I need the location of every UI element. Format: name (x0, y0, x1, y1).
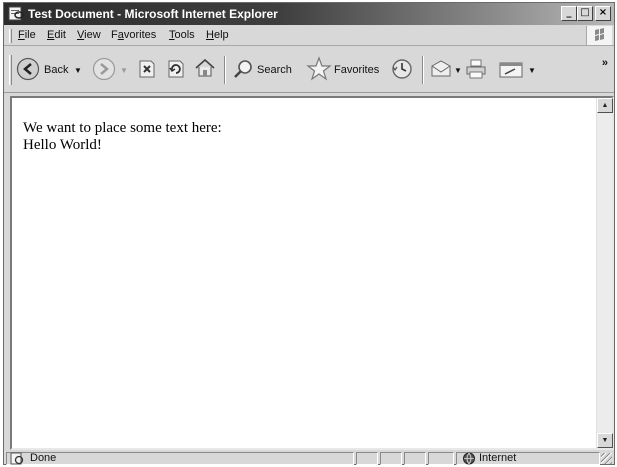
favorites-star-icon[interactable] (306, 56, 332, 82)
menu-help[interactable]: Help (206, 29, 229, 41)
toolbar-overflow-chevron[interactable]: » (602, 57, 608, 69)
mail-icon[interactable] (429, 58, 453, 80)
status-pane (428, 452, 454, 465)
back-arrow-icon[interactable] (16, 57, 40, 81)
back-dropdown-arrow[interactable]: ▼ (74, 66, 82, 75)
page-text-line-1: We want to place some text here: (23, 120, 222, 136)
close-button[interactable]: × (595, 6, 611, 21)
menu-edit[interactable]: Edit (47, 29, 66, 41)
menu-help-rest: elp (213, 29, 229, 41)
zone-pane (456, 452, 600, 465)
forward-arrow-icon[interactable] (92, 57, 116, 81)
menu-favorites-pre: F (111, 29, 118, 41)
status-pane (404, 452, 426, 465)
maximize-button[interactable]: □ (577, 6, 593, 21)
standard-toolbar: Back ▼ ▼ Search Favorites ▼ ▼ » (4, 47, 614, 93)
menu-view-rest: iew (84, 29, 101, 41)
back-button-label[interactable]: Back (44, 64, 68, 76)
menu-favorites[interactable]: Favorites (111, 29, 156, 41)
menu-bar: File Edit View Favorites Tools Help (4, 26, 614, 46)
print-icon[interactable] (464, 57, 488, 81)
edit-dropdown-arrow[interactable]: ▼ (528, 66, 536, 75)
windows-logo-throbber (586, 26, 612, 45)
status-bar: Done Internet (4, 451, 614, 465)
browser-window: Test Document - Microsoft Internet Explo… (3, 2, 615, 465)
refresh-icon[interactable] (166, 59, 186, 79)
resize-grip[interactable] (601, 453, 612, 464)
menu-tools[interactable]: Tools (169, 29, 195, 41)
page-done-icon (10, 452, 24, 465)
menu-file-rest: ile (24, 29, 36, 41)
history-icon[interactable] (390, 57, 414, 81)
menu-favorites-rest: vorites (123, 29, 157, 41)
menu-edit-rest: dit (54, 29, 66, 41)
ie-page-icon (8, 6, 24, 21)
menu-file[interactable]: File (18, 29, 36, 41)
windows-flag-icon (595, 28, 604, 41)
menu-tools-rest: ools (174, 29, 195, 41)
home-icon[interactable] (194, 57, 216, 79)
scroll-down-button[interactable]: ▼ (597, 433, 613, 448)
vertical-scrollbar[interactable]: ▲ ▼ (596, 98, 613, 448)
title-bar[interactable]: Test Document - Microsoft Internet Explo… (4, 3, 614, 25)
status-pane (356, 452, 378, 465)
minimize-button[interactable]: _ (561, 6, 577, 21)
menu-help-accel: H (206, 29, 214, 41)
status-pane (380, 452, 402, 465)
status-main-pane (6, 452, 354, 465)
forward-dropdown-arrow[interactable]: ▼ (120, 66, 128, 75)
status-text: Done (30, 452, 57, 464)
internet-globe-icon (463, 452, 475, 465)
page-content: We want to place some text here: Hello W… (10, 96, 614, 450)
edit-icon[interactable] (498, 58, 524, 80)
zone-label: Internet (479, 452, 517, 464)
toolbar-separator (224, 56, 226, 84)
scroll-up-button[interactable]: ▲ (597, 98, 613, 113)
search-icon[interactable] (232, 58, 254, 80)
page-text-line-2: Hello World! (23, 137, 102, 153)
search-button-label[interactable]: Search (257, 64, 292, 76)
stop-icon[interactable] (137, 59, 157, 79)
toolbar-separator (422, 56, 424, 84)
menu-view[interactable]: View (77, 29, 101, 41)
mail-dropdown-arrow[interactable]: ▼ (454, 66, 462, 75)
menu-grip[interactable] (9, 29, 12, 43)
window-title: Test Document - Microsoft Internet Explo… (28, 7, 278, 21)
favorites-button-label[interactable]: Favorites (334, 64, 379, 76)
menu-file-accel: F (18, 29, 25, 41)
toolbar-grip[interactable] (9, 55, 12, 85)
page-body: We want to place some text here: Hello W… (23, 120, 222, 154)
